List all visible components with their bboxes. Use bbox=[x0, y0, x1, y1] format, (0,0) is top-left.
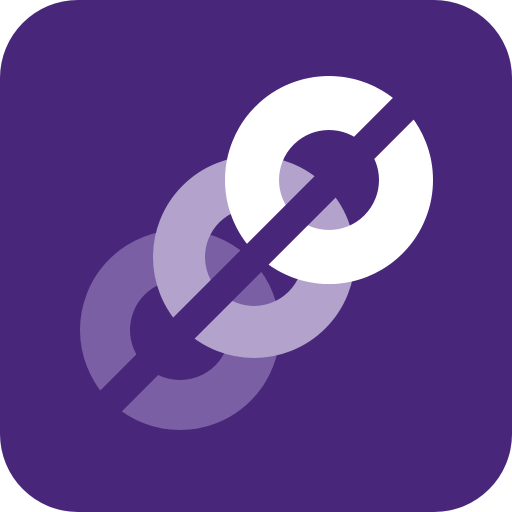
app-icon-graphic bbox=[0, 0, 512, 512]
app-icon[interactable] bbox=[0, 0, 512, 512]
